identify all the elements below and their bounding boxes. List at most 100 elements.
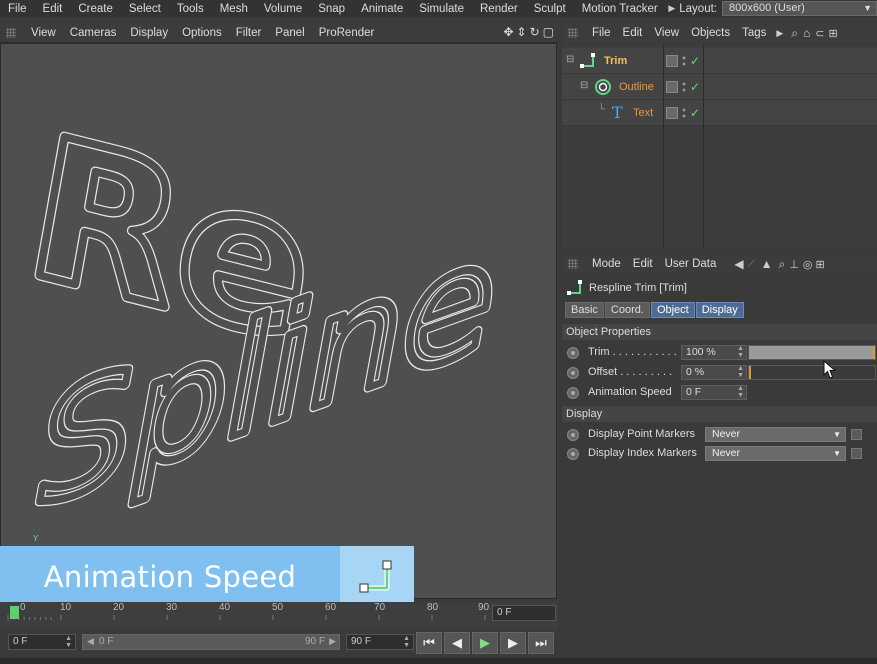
menu-simulate[interactable]: Simulate [411,3,472,15]
back-arrow-icon[interactable]: ◀ [734,257,743,271]
grip-icon[interactable] [568,28,578,38]
object-row-trim[interactable]: ⊟ Trim ✓ [562,48,877,74]
collapse-icon[interactable]: ⊟ [580,80,588,91]
viewport-menu-view[interactable]: View [24,27,63,39]
playhead-marker[interactable] [10,606,19,619]
viewport-canvas[interactable]: Re Re Spline Spline Y [0,43,557,599]
previous-frame-button[interactable]: ◀ [444,632,470,654]
layout-select[interactable]: 800x600 (User) ▼ [722,1,877,16]
objects-menu-file[interactable]: File [586,27,617,39]
up-arrow-icon[interactable]: ▲ [761,257,773,271]
spinner-icon[interactable]: ▲ ▼ [737,385,744,399]
range-left-arrow-icon[interactable]: ◀ [87,636,94,647]
column-divider[interactable] [703,45,704,248]
attr-menu-edit[interactable]: Edit [627,258,659,270]
layer-icon[interactable] [666,55,678,67]
enabled-check-icon[interactable]: ✓ [690,80,700,94]
viewport-menu-display[interactable]: Display [123,27,175,39]
animate-keyframe-icon[interactable] [567,448,579,460]
tab-coord[interactable]: Coord. [604,302,650,318]
end-frame-field[interactable]: 90 F ▲ ▼ [346,634,414,650]
display-index-markers-select[interactable]: Never ▼ [705,446,846,461]
search-icon[interactable]: ⌕ [779,257,786,272]
dolly-view-icon[interactable]: ⇕ [517,25,527,39]
spinner-icon[interactable]: ▲ ▼ [737,345,744,359]
objects-menu-objects[interactable]: Objects [685,27,736,39]
grip-icon[interactable] [6,27,16,38]
spinner-icon[interactable]: ▲ ▼ [403,635,410,649]
collapse-icon[interactable]: ⊟ [566,54,574,65]
objects-menu-tags[interactable]: Tags [736,27,772,39]
spinner-icon[interactable]: ▲ ▼ [737,365,744,379]
menu-motion-tracker[interactable]: Motion Tracker [574,3,666,15]
offset-slider[interactable] [748,365,876,380]
objects-menu-edit[interactable]: Edit [617,27,649,39]
section-display[interactable]: Display [562,406,877,422]
enabled-check-icon[interactable]: ✓ [690,106,700,120]
rotate-view-icon[interactable]: ↻ [530,25,540,39]
object-row-outline[interactable]: ⊟ Outline ✓ [562,74,877,100]
target-icon[interactable]: ◎ [803,258,813,271]
tab-object[interactable]: Object [650,302,695,318]
menu-sculpt[interactable]: Sculpt [526,3,574,15]
menu-edit[interactable]: Edit [35,3,71,15]
trim-slider[interactable] [748,345,876,360]
tab-basic[interactable]: Basic [565,302,604,318]
animate-keyframe-icon[interactable] [567,387,579,399]
viewport-menu-panel[interactable]: Panel [268,27,311,39]
grip-icon[interactable] [568,259,578,269]
menu-animate[interactable]: Animate [353,3,411,15]
current-frame-field[interactable]: 0 F [492,605,556,621]
objects-menu-view[interactable]: View [648,27,685,39]
trim-slider-handle[interactable] [873,346,875,359]
range-right-arrow-icon[interactable]: ▶ [329,636,336,647]
column-divider[interactable] [663,45,664,248]
menu-volume[interactable]: Volume [256,3,310,15]
trim-field[interactable]: 100 % ▲ ▼ [681,345,747,360]
animate-keyframe-icon[interactable] [567,429,579,441]
display-point-markers-select[interactable]: Never ▼ [705,427,846,442]
visibility-dots-icon[interactable] [681,81,687,93]
attr-menu-mode[interactable]: Mode [586,258,627,270]
toggle-layout-icon[interactable]: ▢ [543,25,554,39]
new-panel-icon[interactable]: ⊞ [815,258,824,271]
display-index-markers-checkbox[interactable] [851,448,862,459]
display-point-markers-checkbox[interactable] [851,429,862,440]
tab-display[interactable]: Display [695,302,744,318]
search-icon[interactable]: ⌕ [791,26,798,41]
menu-tools[interactable]: Tools [169,3,212,15]
animation-speed-field[interactable]: 0 F ▲ ▼ [681,385,747,400]
spinner-icon[interactable]: ▲ ▼ [65,635,72,649]
animate-keyframe-icon[interactable] [567,367,579,379]
go-to-start-button[interactable]: ⏮ [416,632,442,654]
section-object-properties[interactable]: Object Properties [562,324,877,340]
link-icon[interactable]: ⊂ [815,27,824,40]
visibility-dots-icon[interactable] [681,107,687,119]
attr-menu-user-data[interactable]: User Data [659,258,723,270]
visibility-dots-icon[interactable] [681,55,687,67]
viewport-menu-cameras[interactable]: Cameras [63,27,124,39]
home-icon[interactable]: ⌂ [803,26,810,40]
history-dropdown-icon[interactable]: ⟋ [748,259,755,270]
menu-render[interactable]: Render [472,3,526,15]
play-button[interactable]: ▶ [472,632,498,654]
menu-overflow-icon[interactable]: ▶ [776,28,783,39]
start-frame-field[interactable]: 0 F ▲ ▼ [8,634,76,650]
move-view-icon[interactable]: ✥ [503,25,513,39]
offset-field[interactable]: 0 % ▲ ▼ [681,365,747,380]
layer-icon[interactable] [666,81,678,93]
go-to-end-button[interactable]: ⏭ [528,632,554,654]
new-panel-icon[interactable]: ⊞ [829,27,838,40]
menu-select[interactable]: Select [121,3,169,15]
lock-icon[interactable]: ⊥ [789,258,799,271]
timeline-ruler[interactable]: 0 10 20 30 40 50 60 70 80 90 [6,602,490,620]
menu-file[interactable]: File [0,3,35,15]
object-row-text[interactable]: └ T Text ✓ [562,100,877,126]
next-frame-button[interactable]: ▶ [500,632,526,654]
viewport-menu-options[interactable]: Options [175,27,229,39]
layer-icon[interactable] [666,107,678,119]
menu-mesh[interactable]: Mesh [212,3,256,15]
animate-keyframe-icon[interactable] [567,347,579,359]
offset-slider-handle[interactable] [749,366,751,379]
menu-create[interactable]: Create [70,3,121,15]
